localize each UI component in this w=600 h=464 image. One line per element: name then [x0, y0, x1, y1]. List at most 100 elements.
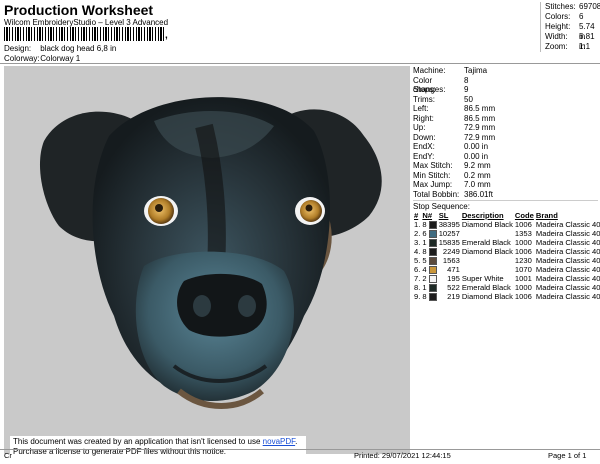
info-label: Stops:	[413, 85, 436, 94]
needle-number-text: 8	[422, 292, 427, 301]
thread-description: Super White	[461, 274, 504, 283]
thread-description: Diamond Black	[461, 220, 513, 229]
table-row: 9. 8 219 Diamond Black 1006 Madeira Classic …	[413, 292, 600, 301]
footer-divider	[0, 449, 600, 450]
info-label: Color changes:	[413, 75, 446, 95]
thread-brand: Madeira Classic 40	[535, 220, 600, 229]
info-value: 72.9 mm	[464, 132, 496, 142]
table-row: 1. 8 38395 Diamond Black 1006 Madeira Classi…	[413, 220, 600, 229]
stitch-length: 195	[447, 274, 460, 283]
table-row: 3. 1 15835 Emerald Black 1000 Madeira Classi…	[413, 238, 600, 247]
info-row: EndX: 0.00 in	[413, 142, 598, 152]
stat-label: Height:	[545, 22, 571, 31]
row-number: 8.	[414, 283, 421, 292]
stitch-length: 2249	[442, 247, 460, 256]
color-swatch	[428, 239, 437, 247]
info-label: Up:	[413, 123, 426, 132]
needle-number-text: 1	[422, 283, 427, 292]
info-row: Trims: 50	[413, 95, 598, 105]
needle-number-text: 5	[422, 256, 427, 265]
thread-description: Emerald Black	[461, 238, 511, 247]
design-preview	[4, 66, 410, 454]
needle-number-text: 1	[422, 238, 427, 247]
color-swatch	[428, 293, 437, 301]
needle-number-text: 2	[422, 274, 427, 283]
needle-number: 8	[421, 292, 437, 301]
info-value: 86.5 mm	[464, 104, 496, 113]
col-header: Code	[514, 211, 534, 220]
color-swatch	[428, 275, 437, 283]
printed-timestamp: Printed: 29/07/2021 12:44:15	[354, 451, 451, 460]
color-swatch	[428, 266, 437, 274]
info-label: Machine:	[413, 66, 446, 75]
col-header: N#	[422, 211, 433, 220]
thread-code: 1353	[514, 229, 532, 238]
footer-left: Cr	[4, 451, 12, 460]
thread-code: 1000	[514, 238, 532, 247]
page-number: Page 1 of 1	[548, 451, 587, 460]
needle-number: 2	[421, 274, 437, 283]
stop-sequence-table: # N# SL Description Code Brand 1. 8 38395…	[413, 211, 600, 301]
needle-number: 1	[421, 283, 437, 292]
info-value: 8	[464, 75, 469, 85]
stat-value: 1:1	[579, 42, 591, 51]
info-value: 86.5 mm	[464, 113, 496, 123]
novapdf-link[interactable]: novaPDF	[263, 437, 295, 446]
info-label: EndY:	[413, 151, 435, 161]
row-number: 6.	[414, 265, 421, 274]
stat-row: Width: 6.81 in	[545, 32, 600, 51]
info-label: Max Stitch:	[413, 161, 453, 170]
info-label: Right:	[413, 113, 434, 123]
design-stats: Stitches: 69708 Colors: 6 Height: 5.74 in W…	[540, 2, 600, 52]
color-swatch	[428, 284, 437, 292]
table-row: 4. 8 2249 Diamond Black 1006 Madeira Classic…	[413, 247, 600, 256]
stitch-length: 219	[447, 292, 460, 301]
software-name: Wilcom EmbroideryStudio – Level 3 Advanc…	[4, 18, 169, 27]
thread-description: Diamond Black	[461, 292, 513, 301]
info-value: 9.2 mm	[464, 161, 491, 170]
colorway-label: Colorway:	[4, 54, 40, 63]
thread-code: 1070	[514, 265, 532, 274]
thread-brand: Madeira Classic 40	[535, 238, 600, 247]
needle-number: 1	[421, 238, 437, 247]
info-value: 0.00 in	[464, 151, 489, 161]
notice-text: .	[295, 437, 298, 446]
table-row: 5. 5 1563 1230 Madeira Classic 40	[413, 256, 600, 265]
info-row: Right: 86.5 mm	[413, 114, 598, 124]
needle-number-text: 8	[422, 220, 427, 229]
info-row: Machine: Tajima	[413, 66, 598, 76]
thread-brand: Madeira Classic 40	[535, 256, 600, 265]
thread-code: 1230	[514, 256, 532, 265]
stat-label: Width:	[545, 32, 568, 41]
needle-number: 8	[421, 247, 437, 256]
thread-brand: Madeira Classic 40	[535, 247, 600, 256]
stat-label: Zoom:	[545, 42, 568, 51]
col-header: Brand	[535, 211, 558, 220]
info-row: Left: 86.5 mm	[413, 104, 598, 114]
info-row: Total Bobbin: 386.01ft	[413, 190, 598, 200]
info-label: Max Jump:	[413, 180, 453, 189]
stitch-length: 1563	[442, 256, 460, 265]
page-title: Production Worksheet	[4, 2, 154, 18]
stat-row: Stitches: 69708	[545, 2, 600, 12]
barcode-suffix: ,	[165, 30, 168, 41]
table-header-row: # N# SL Description Code Brand	[413, 211, 600, 220]
thread-code: 1006	[514, 220, 532, 229]
stat-label: Colors:	[545, 12, 571, 21]
info-row: Stops: 9	[413, 85, 598, 95]
stat-label: Stitches:	[545, 2, 576, 11]
info-row: Down: 72.9 mm	[413, 133, 598, 143]
row-number: 9.	[414, 292, 421, 301]
info-value: 72.9 mm	[464, 123, 496, 132]
needle-number-text: 8	[422, 247, 427, 256]
info-row: EndY: 0.00 in	[413, 152, 598, 162]
col-header: Description	[461, 211, 504, 220]
info-label: Min Stitch:	[413, 170, 451, 180]
info-label: EndX:	[413, 142, 435, 151]
design-row: Design: black dog head 6,8 in	[4, 44, 116, 53]
stitch-length: 471	[447, 265, 460, 274]
row-number: 1.	[414, 220, 421, 229]
thread-brand: Madeira Classic 40	[535, 274, 600, 283]
info-label: Total Bobbin:	[413, 189, 460, 199]
color-swatch	[428, 257, 437, 265]
